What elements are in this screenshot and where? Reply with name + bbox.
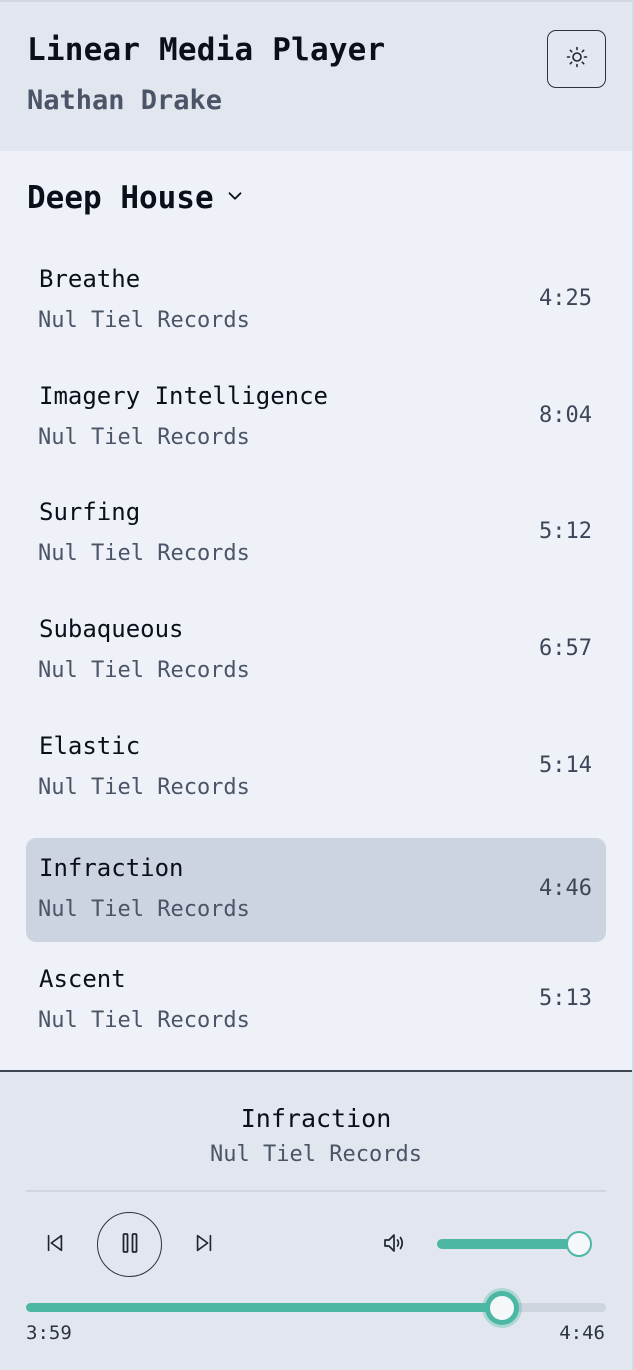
track-artist: Nul Tiel Records: [38, 658, 250, 684]
track-item-active[interactable]: Infraction Nul Tiel Records 4:46: [26, 838, 606, 943]
track-duration: 5:13: [539, 986, 592, 1012]
volume-button[interactable]: [378, 1228, 412, 1262]
track-list: Breathe Nul Tiel Records 4:25 Imagery In…: [26, 249, 606, 1066]
divider: [26, 1190, 606, 1192]
track-item[interactable]: Imagery Intelligence Nul Tiel Records 8:…: [26, 366, 606, 483]
track-artist: Nul Tiel Records: [38, 541, 250, 567]
track-duration: 6:57: [539, 636, 592, 662]
now-playing-artist: Nul Tiel Records: [210, 1142, 422, 1167]
track-title: Imagery Intelligence: [39, 381, 328, 410]
track-duration: 5:12: [539, 519, 592, 545]
track-artist: Nul Tiel Records: [38, 897, 250, 923]
theme-toggle-button[interactable]: [547, 30, 606, 88]
track-artist: Nul Tiel Records: [38, 1008, 250, 1034]
track-artist: Nul Tiel Records: [38, 424, 250, 450]
progress-bar[interactable]: [26, 1303, 606, 1312]
track-item[interactable]: Subaqueous Nul Tiel Records 6:57: [26, 599, 606, 716]
now-playing-title: Infraction: [240, 1104, 392, 1133]
track-duration: 8:04: [539, 402, 592, 428]
track-title: Surfing: [39, 498, 141, 527]
volume-fill: [437, 1239, 580, 1249]
track-item[interactable]: Surfing Nul Tiel Records 5:12: [26, 482, 606, 599]
chevron-down-icon: [224, 185, 246, 211]
app-title: Linear Media Player: [27, 32, 386, 68]
track-title: Subaqueous: [39, 615, 184, 644]
track-title: Infraction: [39, 854, 184, 883]
volume-icon: [382, 1231, 408, 1259]
track-duration: 4:25: [539, 286, 592, 311]
track-title: Breathe: [39, 265, 141, 293]
track-item[interactable]: Elastic Nul Tiel Records 5:14: [26, 716, 606, 833]
track-item[interactable]: Ascent Nul Tiel Records 5:13: [26, 949, 606, 1066]
track-title: Elastic: [39, 731, 141, 760]
playlist-name: Deep House: [27, 180, 214, 216]
track-artist: Nul Tiel Records: [38, 308, 250, 333]
track-duration: 5:14: [539, 752, 592, 778]
play-pause-button[interactable]: [97, 1212, 162, 1277]
track-artist: Nul Tiel Records: [38, 774, 250, 800]
track-title: Ascent: [39, 965, 126, 994]
sun-icon: [565, 45, 589, 73]
skip-back-icon: [44, 1232, 66, 1258]
user-name: Nathan Drake: [27, 85, 223, 116]
volume-thumb[interactable]: [566, 1231, 592, 1257]
previous-button[interactable]: [38, 1228, 72, 1262]
header: Linear Media Player Nathan Drake: [0, 0, 632, 151]
progress-thumb[interactable]: [484, 1291, 519, 1325]
progress-fill: [26, 1303, 502, 1312]
playlist-selector[interactable]: Deep House: [27, 180, 246, 216]
volume-slider[interactable]: [437, 1239, 580, 1249]
pause-icon: [120, 1232, 140, 1258]
track-duration: 4:46: [539, 876, 592, 902]
media-player-app: Linear Media Player Nathan Drake Deep Ho…: [0, 0, 634, 1370]
player-bar: Infraction Nul Tiel Records 3:59 4:46: [0, 1070, 632, 1370]
total-time: 4:46: [559, 1322, 605, 1344]
next-button[interactable]: [187, 1228, 221, 1262]
current-time: 3:59: [26, 1322, 72, 1344]
skip-forward-icon: [193, 1232, 215, 1258]
track-item[interactable]: Breathe Nul Tiel Records 4:25: [26, 249, 606, 366]
